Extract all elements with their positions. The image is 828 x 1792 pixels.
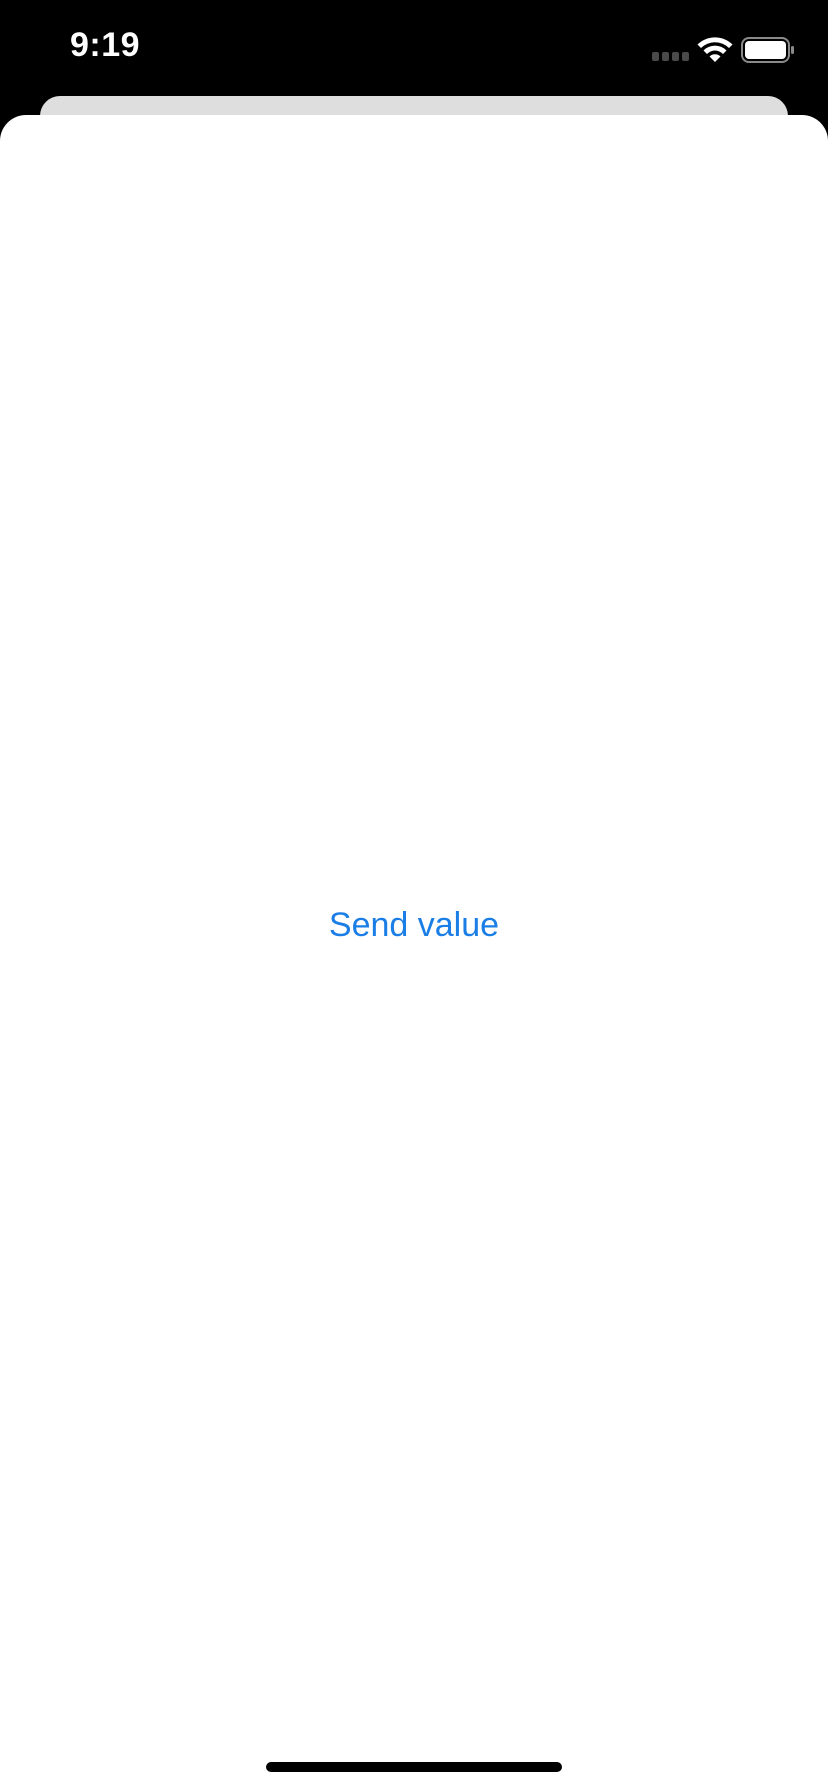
home-indicator[interactable] <box>266 1762 562 1772</box>
battery-icon <box>741 37 794 63</box>
app-screen: 9:19 Send value <box>0 0 828 1792</box>
status-bar: 9:19 <box>0 0 828 96</box>
modal-sheet: Send value <box>0 115 828 1792</box>
wifi-icon <box>697 37 733 62</box>
send-value-button[interactable]: Send value <box>284 893 544 957</box>
cellular-signal-icon <box>652 52 690 62</box>
status-time: 9:19 <box>70 26 141 64</box>
